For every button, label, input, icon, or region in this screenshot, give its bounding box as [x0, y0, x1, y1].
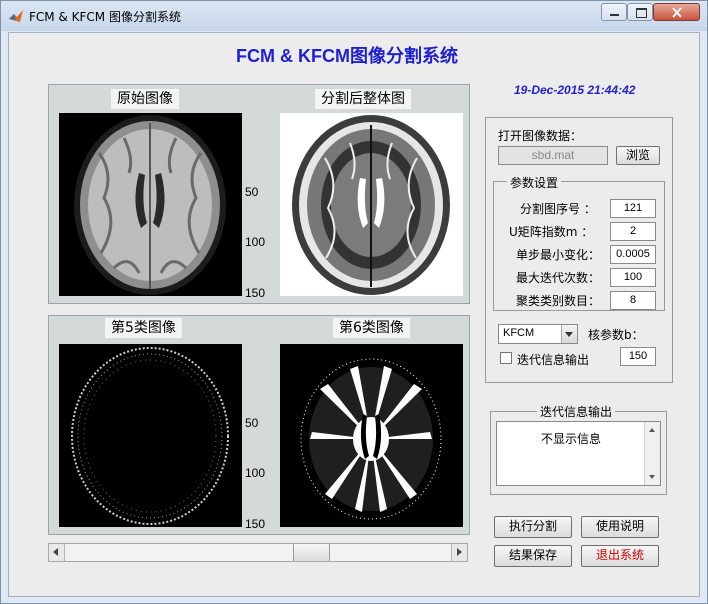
slider-thumb[interactable] [293, 544, 330, 561]
iter-info-group-title: 迭代信息输出 [537, 403, 616, 420]
method-select-value: KFCM [503, 327, 535, 339]
control-panel: 打开图像数据： sbd.mat 浏览 参数设置 分割图序号 ： 121 U矩阵指… [485, 117, 673, 383]
slider-left-arrow[interactable] [49, 544, 65, 561]
ytick-label: 100 [245, 466, 266, 480]
figure-client-area: FCM & KFCM图像分割系统 19-Dec-2015 21:44:42 原始… [8, 32, 700, 597]
minimize-icon [610, 14, 619, 16]
cluster-count-field[interactable]: 8 [610, 291, 656, 310]
kernel-param-field[interactable]: 150 [620, 347, 656, 366]
ytick-label: 100 [245, 235, 266, 249]
run-segmentation-button[interactable]: 执行分割 [494, 516, 572, 538]
iter-output-checkbox-label[interactable]: 迭代信息输出 [517, 351, 589, 368]
close-button[interactable] [653, 3, 700, 21]
class5-image-title: 第5类图像 [105, 318, 182, 338]
ytick-label: 50 [245, 416, 259, 430]
param-label-min-change: 单步最小变化： [516, 248, 601, 262]
class6-image-title: 第6类图像 [333, 318, 410, 338]
datetime-label: 19-Dec-2015 21:44:42 [514, 83, 636, 97]
ytick-label: 150 [245, 286, 266, 300]
class5-image [59, 344, 242, 527]
exponent-m-field[interactable]: 2 [610, 222, 656, 241]
dropdown-button[interactable] [561, 325, 577, 343]
top-axes-panel: 原始图像 分割后整体图 50 100 150 [48, 84, 470, 304]
chevron-down-icon [565, 332, 573, 337]
original-image [59, 113, 242, 296]
matlab-icon [9, 10, 23, 22]
segmented-image [280, 113, 463, 296]
iter-output-checkbox[interactable] [500, 352, 512, 364]
ytick-label: 150 [245, 517, 266, 531]
iter-info-listbox[interactable]: 不显示信息 [496, 421, 661, 486]
ytick-label: 50 [245, 185, 259, 199]
listbox-scrollbar[interactable] [644, 422, 660, 485]
max-iter-field[interactable]: 100 [610, 268, 656, 287]
param-label-cluster-count: 聚类类别数目： [516, 294, 601, 308]
close-icon [672, 7, 682, 18]
params-group-title: 参数设置 [507, 174, 562, 191]
image-file-field[interactable]: sbd.mat [498, 146, 608, 165]
help-button[interactable]: 使用说明 [581, 516, 659, 538]
page-title: FCM & KFCM图像分割系统 [236, 46, 458, 66]
kernel-param-label: 核参数b： [588, 328, 644, 342]
min-change-field[interactable]: 0.0005 [610, 245, 656, 264]
window-title: FCM & KFCM 图像分割系统 [29, 10, 181, 24]
original-image-title: 原始图像 [111, 89, 179, 109]
open-image-label: 打开图像数据： [498, 129, 583, 143]
minimize-button[interactable] [601, 3, 627, 21]
iter-info-message: 不显示信息 [540, 432, 601, 446]
segmented-image-title: 分割后整体图 [315, 89, 411, 109]
maximize-icon [636, 8, 647, 18]
scroll-up-icon[interactable] [649, 428, 655, 432]
main-window: FCM & KFCM 图像分割系统 FCM & KFCM图像分割系统 19-De… [0, 0, 708, 604]
param-label-image-index: 分割图序号 ： [520, 202, 596, 216]
method-select[interactable]: KFCM [498, 324, 578, 344]
image-index-field[interactable]: 121 [610, 199, 656, 218]
bottom-axes-panel: 第5类图像 第6类图像 50 100 150 [48, 315, 470, 535]
slider-right-arrow[interactable] [451, 544, 467, 561]
chevron-right-icon [457, 548, 462, 556]
maximize-button[interactable] [627, 3, 653, 21]
class6-image [280, 344, 463, 527]
browse-button[interactable]: 浏览 [616, 146, 660, 165]
chevron-left-icon [53, 548, 58, 556]
title-bar: FCM & KFCM 图像分割系统 [1, 1, 707, 31]
save-results-button[interactable]: 结果保存 [494, 545, 572, 567]
scroll-down-icon[interactable] [649, 475, 655, 479]
param-label-exponent-m: U矩阵指数m ： [509, 225, 594, 239]
param-label-max-iter: 最大迭代次数： [516, 271, 601, 285]
image-slider[interactable] [48, 543, 468, 562]
exit-button[interactable]: 退出系统 [581, 545, 659, 567]
